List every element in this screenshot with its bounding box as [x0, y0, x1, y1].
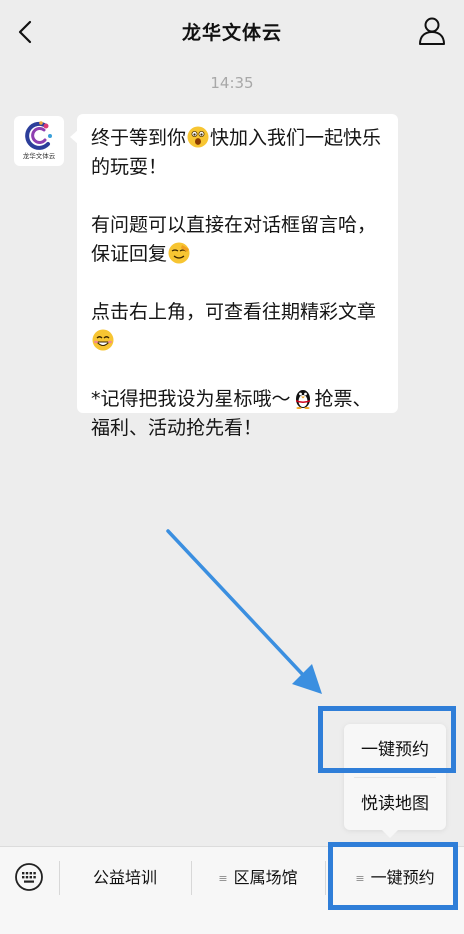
menu-item-booking[interactable]: ≡ 一键预约 [326, 847, 464, 909]
message-paragraph-2: 有问题可以直接在对话框留言哈，保证回复 [91, 211, 384, 269]
menu-item-training[interactable]: 公益培训 [60, 847, 190, 909]
surprised-face-emoji [187, 126, 209, 148]
submenu-item-booking[interactable]: 一键预约 [344, 724, 446, 776]
message-paragraph-1: 终于等到你 快加入我们一起快乐的玩耍！ [91, 124, 384, 182]
message-timestamp: 14:35 [210, 74, 254, 92]
submenu-pointer [382, 830, 398, 838]
submenu-popup: 一键预约 悦读地图 [344, 724, 446, 830]
message-text-segment: 有问题可以直接在对话框留言哈，保证回复 [91, 214, 377, 265]
message-text-segment: *记得把我设为星标哦～ [91, 388, 291, 410]
message-paragraph-4: *记得把我设为星标哦～ 抢票、福利、活动抢先看！ [91, 385, 384, 443]
chat-header: 龙华文体云 [0, 0, 464, 64]
person-icon[interactable] [418, 16, 446, 46]
page-title: 龙华文体云 [181, 22, 282, 44]
penguin-emoji [295, 390, 310, 409]
message-paragraph-3: 点击右上角，可查看往期精彩文章 [91, 298, 384, 356]
keyboard-icon[interactable] [14, 862, 44, 892]
menu-item-venues[interactable]: ≡ 区属场馆 [192, 847, 324, 909]
message-text-segment: 点击右上角，可查看往期精彩文章 [91, 301, 377, 323]
menu-item-label: 公益培训 [92, 868, 157, 887]
submenu-indicator-icon: ≡ [218, 872, 228, 885]
grin-face-emoji [92, 329, 114, 351]
message-text: 终于等到你 快加入我们一起快乐的玩耍！ 有问题可以直接在对话框留言哈，保证回复 点… [91, 124, 384, 443]
menu-item-label: 区属场馆 [233, 868, 298, 887]
bottom-menu-bar: 公益培训 ≡ 区属场馆 ≡ 一键预约 [0, 846, 464, 934]
avatar-label: 龙华文体云 [22, 152, 56, 160]
message-bubble: 终于等到你 快加入我们一起快乐的玩耍！ 有问题可以直接在对话框留言哈，保证回复 点… [70, 114, 398, 439]
message-text-segment: 终于等到你 [91, 127, 187, 149]
submenu-indicator-icon: ≡ [355, 872, 365, 885]
avatar[interactable]: 龙华文体云 [14, 116, 64, 166]
menu-item-label: 一键预约 [370, 868, 435, 887]
submenu-item-reading-map[interactable]: 悦读地图 [344, 778, 446, 830]
salute-face-emoji [168, 242, 190, 264]
